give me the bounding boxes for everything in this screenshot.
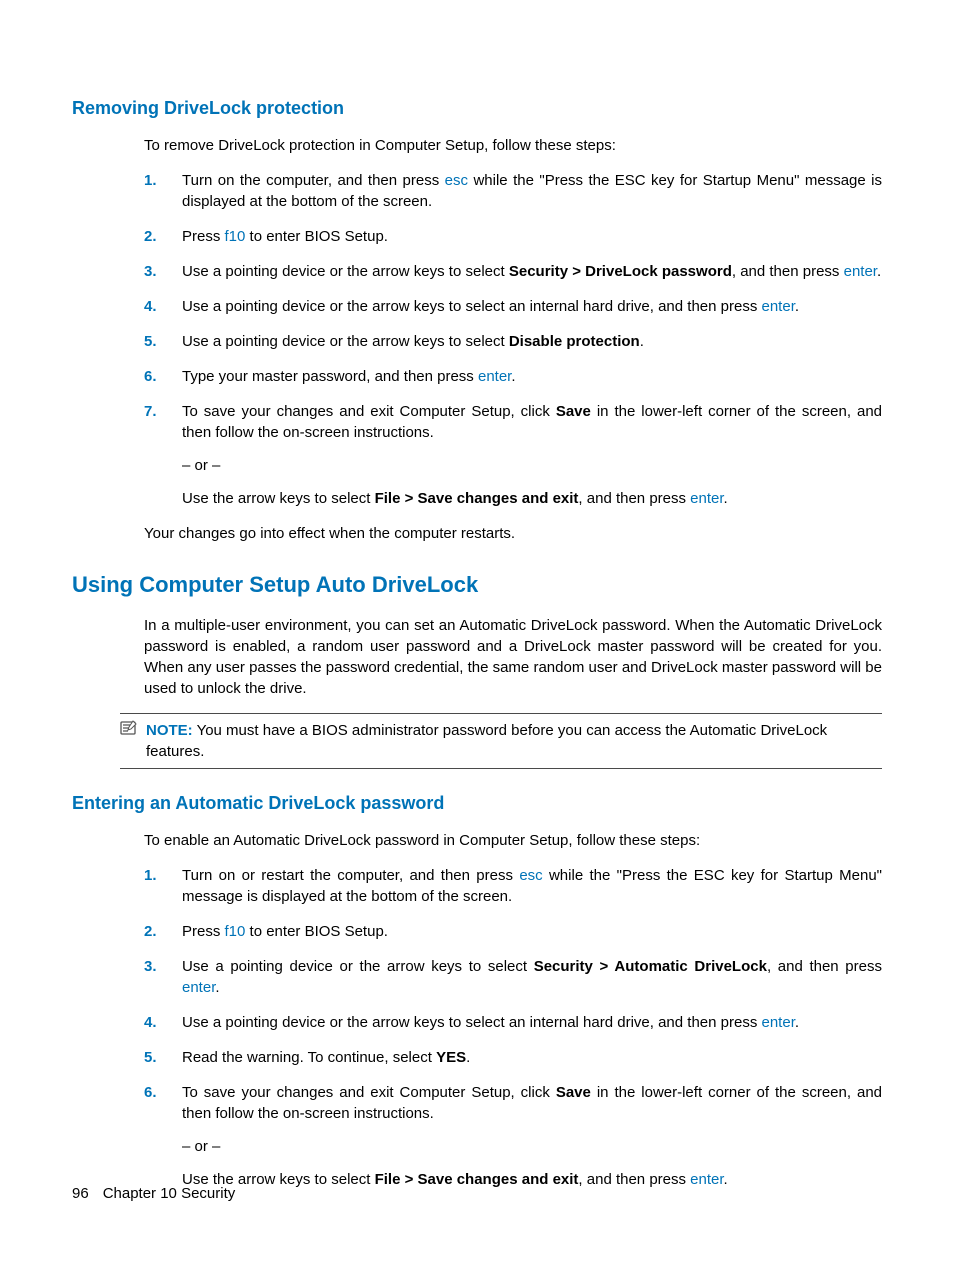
- key-esc: esc: [445, 172, 468, 189]
- page-content: Removing DriveLock protection To remove …: [0, 0, 954, 1190]
- step-text: Use a pointing device or the arrow keys …: [182, 1014, 762, 1031]
- step-text: , and then press: [767, 958, 882, 975]
- step-number: 7.: [144, 401, 157, 422]
- step-item: 2. Press f10 to enter BIOS Setup.: [144, 226, 882, 247]
- key-enter: enter: [762, 298, 795, 315]
- step-item: 6. Type your master password, and then p…: [144, 366, 882, 387]
- step-number: 4.: [144, 1012, 157, 1033]
- step-item: 4. Use a pointing device or the arrow ke…: [144, 1012, 882, 1033]
- step-text: , and then press: [578, 1171, 690, 1188]
- intro-text: To enable an Automatic DriveLock passwor…: [144, 830, 882, 851]
- heading-removing-drivelock: Removing DriveLock protection: [72, 96, 882, 121]
- bold-text: Save: [556, 403, 591, 420]
- page-footer: 96 Chapter 10 Security: [72, 1183, 235, 1204]
- step-text: Use a pointing device or the arrow keys …: [182, 333, 509, 350]
- step-text: to enter BIOS Setup.: [245, 228, 388, 245]
- steps-list-2: 1. Turn on or restart the computer, and …: [144, 865, 882, 1190]
- bold-text: Save: [556, 1084, 591, 1101]
- or-separator: – or –: [182, 455, 882, 476]
- or-separator: – or –: [182, 1136, 882, 1157]
- paragraph: In a multiple-user environment, you can …: [144, 615, 882, 699]
- step-number: 2.: [144, 921, 157, 942]
- step-text: .: [877, 263, 881, 280]
- step-item: 3. Use a pointing device or the arrow ke…: [144, 956, 882, 998]
- step-number: 4.: [144, 296, 157, 317]
- step-text: Use a pointing device or the arrow keys …: [182, 298, 762, 315]
- step-text: Read the warning. To continue, select: [182, 1049, 436, 1066]
- key-enter: enter: [762, 1014, 795, 1031]
- bold-text: File > Save changes and exit: [375, 1171, 579, 1188]
- bold-text: File > Save changes and exit: [375, 490, 579, 507]
- step-text: .: [795, 1014, 799, 1031]
- step-number: 1.: [144, 170, 157, 191]
- bold-text: YES: [436, 1049, 466, 1066]
- step-number: 3.: [144, 956, 157, 977]
- step-item: 5. Read the warning. To continue, select…: [144, 1047, 882, 1068]
- step-number: 5.: [144, 331, 157, 352]
- step-text: .: [640, 333, 644, 350]
- step-item: 3. Use a pointing device or the arrow ke…: [144, 261, 882, 282]
- step-item: 5. Use a pointing device or the arrow ke…: [144, 331, 882, 352]
- step-text: Use a pointing device or the arrow keys …: [182, 263, 509, 280]
- bold-text: Security > Automatic DriveLock: [534, 958, 767, 975]
- step-text: Type your master password, and then pres…: [182, 368, 478, 385]
- chapter-label: Chapter 10 Security: [103, 1185, 236, 1202]
- step-text: .: [215, 979, 219, 996]
- step-number: 3.: [144, 261, 157, 282]
- step-number: 1.: [144, 865, 157, 886]
- step-number: 2.: [144, 226, 157, 247]
- step-text: , and then press: [732, 263, 844, 280]
- step-number: 5.: [144, 1047, 157, 1068]
- key-enter: enter: [844, 263, 877, 280]
- step-text: .: [724, 490, 728, 507]
- step-text: Use the arrow keys to select File > Save…: [182, 1169, 882, 1190]
- key-enter: enter: [690, 1171, 723, 1188]
- bold-text: Security > DriveLock password: [509, 263, 732, 280]
- key-f10: f10: [225, 228, 246, 245]
- step-text: .: [466, 1049, 470, 1066]
- step-item: 1. Turn on the computer, and then press …: [144, 170, 882, 212]
- key-esc: esc: [519, 867, 542, 884]
- step-text: .: [511, 368, 515, 385]
- intro-text: To remove DriveLock protection in Comput…: [144, 135, 882, 156]
- step-text: to enter BIOS Setup.: [245, 923, 388, 940]
- step-text: .: [795, 298, 799, 315]
- note-text: You must have a BIOS administrator passw…: [146, 722, 827, 760]
- key-enter: enter: [690, 490, 723, 507]
- step-text: Use a pointing device or the arrow keys …: [182, 958, 534, 975]
- page-number: 96: [72, 1185, 89, 1202]
- step-text: , and then press: [578, 490, 690, 507]
- step-number: 6.: [144, 1082, 157, 1103]
- step-text: Press: [182, 923, 225, 940]
- step-item: 1. Turn on or restart the computer, and …: [144, 865, 882, 907]
- note-block: NOTE: You must have a BIOS administrator…: [120, 713, 882, 769]
- step-text: Turn on or restart the computer, and the…: [182, 867, 519, 884]
- step-text: .: [724, 1171, 728, 1188]
- step-text: Use the arrow keys to select: [182, 490, 375, 507]
- note-icon: [120, 720, 138, 736]
- step-number: 6.: [144, 366, 157, 387]
- step-item: 2. Press f10 to enter BIOS Setup.: [144, 921, 882, 942]
- step-item: 7. To save your changes and exit Compute…: [144, 401, 882, 509]
- step-text: To save your changes and exit Computer S…: [182, 1084, 556, 1101]
- key-f10: f10: [225, 923, 246, 940]
- step-text: To save your changes and exit Computer S…: [182, 403, 556, 420]
- step-text: Use the arrow keys to select File > Save…: [182, 488, 882, 509]
- step-item: 4. Use a pointing device or the arrow ke…: [144, 296, 882, 317]
- steps-list-1: 1. Turn on the computer, and then press …: [144, 170, 882, 509]
- bold-text: Disable protection: [509, 333, 640, 350]
- outro-text: Your changes go into effect when the com…: [144, 523, 882, 544]
- step-item: 6. To save your changes and exit Compute…: [144, 1082, 882, 1190]
- step-text: Turn on the computer, and then press: [182, 172, 445, 189]
- heading-entering-auto-password: Entering an Automatic DriveLock password: [72, 791, 882, 816]
- note-label: NOTE:: [146, 722, 193, 739]
- key-enter: enter: [478, 368, 511, 385]
- step-text: Press: [182, 228, 225, 245]
- heading-auto-drivelock: Using Computer Setup Auto DriveLock: [72, 570, 882, 601]
- key-enter: enter: [182, 979, 215, 996]
